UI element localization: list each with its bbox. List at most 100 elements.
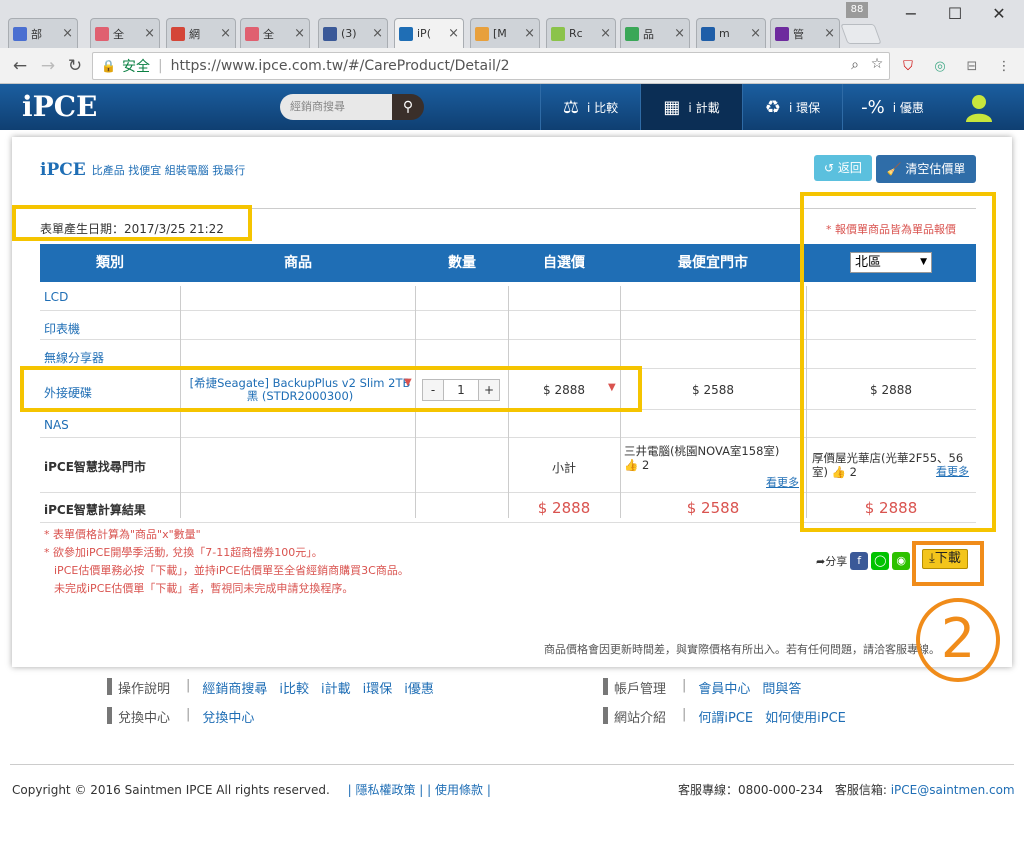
category-printer[interactable]: 印表機: [44, 320, 80, 337]
browser-tab[interactable]: [M ×: [470, 18, 540, 48]
col-qty: 數量: [448, 255, 476, 271]
footer-link[interactable]: i環保: [363, 678, 393, 697]
profile-badge: 88: [846, 2, 868, 18]
maximize-icon[interactable]: ☐: [940, 4, 970, 24]
user-avatar-icon[interactable]: [966, 94, 992, 122]
like-icon[interactable]: 👍: [624, 458, 638, 472]
browser-tab[interactable]: (3) ×: [318, 18, 388, 48]
tab-favicon-icon: [625, 26, 639, 41]
nav-item[interactable]: -% i 優惠: [842, 84, 942, 130]
lock-icon: 🔒: [101, 59, 116, 73]
clear-estimate-button[interactable]: 🧹 清空估價單: [876, 155, 976, 183]
footer-link[interactable]: 兌換中心: [202, 707, 254, 726]
footer-link[interactable]: 何謂iPCE: [698, 707, 753, 726]
close-window-icon[interactable]: ✕: [984, 4, 1014, 24]
share-bar: ➦ 分享 f ◯ ◉: [816, 552, 911, 570]
new-tab-button[interactable]: [840, 24, 882, 44]
tab-favicon-icon: [701, 26, 715, 41]
tab-close-icon[interactable]: ×: [62, 26, 73, 41]
tab-close-icon[interactable]: ×: [220, 26, 231, 41]
nav-item[interactable]: ♻ i 環保: [742, 84, 842, 130]
tab-close-icon[interactable]: ×: [144, 26, 155, 41]
facebook-icon[interactable]: f: [850, 552, 869, 570]
footnote: iPCE估價單務必按「下載」，並持iPCE估價單至全省經銷商購買3C商品。: [54, 564, 409, 577]
tab-close-icon[interactable]: ×: [824, 26, 835, 41]
tab-label: 部: [31, 27, 42, 41]
nav-item[interactable]: ⚖ i 比較: [540, 84, 640, 130]
highlight-product-row: [20, 366, 642, 412]
zoom-icon[interactable]: ⌕: [846, 57, 864, 75]
tab-label: Rc: [569, 27, 583, 40]
minimize-icon[interactable]: −: [896, 4, 926, 24]
browser-tab[interactable]: Rc ×: [546, 18, 616, 48]
more-link[interactable]: 看更多: [766, 474, 799, 490]
brand: iPCE 比產品 找便宜 組裝電腦 我最行: [40, 160, 245, 180]
back-button[interactable]: ↺ 返回: [814, 155, 872, 181]
line-icon[interactable]: ◯: [871, 552, 890, 570]
col-cheapest: 最便宜門市: [678, 255, 748, 271]
cheapest-total: $ 2588: [686, 499, 740, 517]
col-own-price: 自選價: [543, 255, 585, 271]
disclaimer: 商品價格會因更新時間差，與實際價格有所出入。若有任何問題，請洽客服專線。: [544, 643, 940, 656]
menu-kebab-icon[interactable]: ⋮: [994, 57, 1014, 77]
search-icon[interactable]: ⚲: [392, 94, 424, 120]
nav-item[interactable]: ▦ i 計載: [640, 84, 742, 130]
tab-favicon-icon: [13, 26, 27, 41]
footer-link[interactable]: 如何使用iPCE: [765, 707, 846, 726]
footer-heading: 網站介紹: [614, 711, 667, 726]
browser-tab[interactable]: iP(×: [394, 18, 464, 48]
nav-icon: ♻: [764, 96, 781, 118]
category-router[interactable]: 無線分享器: [44, 349, 104, 366]
browser-tab[interactable]: 部 ×: [8, 18, 78, 48]
footnote: * 表單價格計算為"商品"x"數量": [44, 528, 201, 541]
mail-link[interactable]: iPCE@saintmen.com: [891, 783, 1015, 797]
tab-label: 管: [793, 27, 804, 41]
tab-close-icon[interactable]: ×: [524, 26, 535, 41]
footer-heading: 操作說明: [118, 682, 171, 697]
footnote: 未完成iPCE估價單「下載」者，暫視同未完成申請兌換程序。: [54, 582, 354, 595]
tab-favicon-icon: [475, 26, 489, 41]
share-label: 分享: [825, 555, 848, 568]
footer-link[interactable]: 問與答: [762, 678, 801, 697]
browser-tab[interactable]: 管 ×: [770, 18, 840, 48]
extension-globe-icon[interactable]: ◎: [930, 57, 950, 77]
site-logo[interactable]: iPCE: [22, 90, 97, 123]
category-nas[interactable]: NAS: [44, 418, 69, 432]
tab-favicon-icon: [323, 26, 337, 41]
footer-link[interactable]: i優惠: [404, 678, 434, 697]
footer-link[interactable]: 會員中心: [698, 678, 750, 697]
browser-tab[interactable]: 全 ×: [90, 18, 160, 48]
privacy-link[interactable]: 隱私權政策: [355, 783, 415, 797]
browser-tab[interactable]: m ×: [696, 18, 766, 48]
browser-tab[interactable]: 全 ×: [240, 18, 310, 48]
tab-close-icon[interactable]: ×: [600, 26, 611, 41]
tab-close-icon[interactable]: ×: [674, 26, 685, 41]
secure-label: 安全: [121, 59, 150, 75]
browser-tab[interactable]: 品 ×: [620, 18, 690, 48]
tab-close-icon[interactable]: ×: [372, 26, 383, 41]
dealer-search-input[interactable]: 經銷商搜尋: [280, 94, 392, 120]
wechat-icon[interactable]: ◉: [892, 552, 911, 570]
tab-close-icon[interactable]: ×: [448, 26, 459, 41]
bookmark-star-icon[interactable]: ☆: [868, 56, 886, 74]
category-lcd[interactable]: LCD: [44, 290, 68, 304]
address-bar[interactable]: 🔒 安全 | https://www.ipce.com.tw/#/CarePro…: [92, 52, 890, 80]
footer-link[interactable]: 經銷商搜尋: [202, 678, 267, 697]
footer-link[interactable]: i比較: [279, 678, 309, 697]
cheapest-store[interactable]: 三井電腦(桃園NOVA室158室) 👍 2: [624, 444, 804, 472]
tab-close-icon[interactable]: ×: [750, 26, 761, 41]
nav-label: i 計載: [688, 100, 720, 115]
extension-shield-icon[interactable]: ⛉: [898, 57, 918, 77]
footer-links-row: | 經銷商搜尋 i比較 i計載 i環保 i優惠: [186, 678, 434, 697]
browser-tab[interactable]: 網 ×: [166, 18, 236, 48]
extension-tray-icon[interactable]: ⊟: [962, 57, 982, 77]
tab-close-icon[interactable]: ×: [294, 26, 305, 41]
copyright: Copyright © 2016 Saintmen IPCE All right…: [12, 783, 491, 797]
highlight-region-column: [800, 192, 996, 532]
footnote: * 欲參加iPCE開學季活動, 兌換「7-11超商禮券100元」。: [44, 546, 323, 559]
tab-favicon-icon: [775, 26, 789, 41]
footer-link[interactable]: i計載: [321, 678, 351, 697]
nav-icon: -%: [861, 96, 885, 118]
terms-link[interactable]: 使用條款: [435, 783, 483, 797]
nav-icon: ▦: [663, 96, 681, 118]
